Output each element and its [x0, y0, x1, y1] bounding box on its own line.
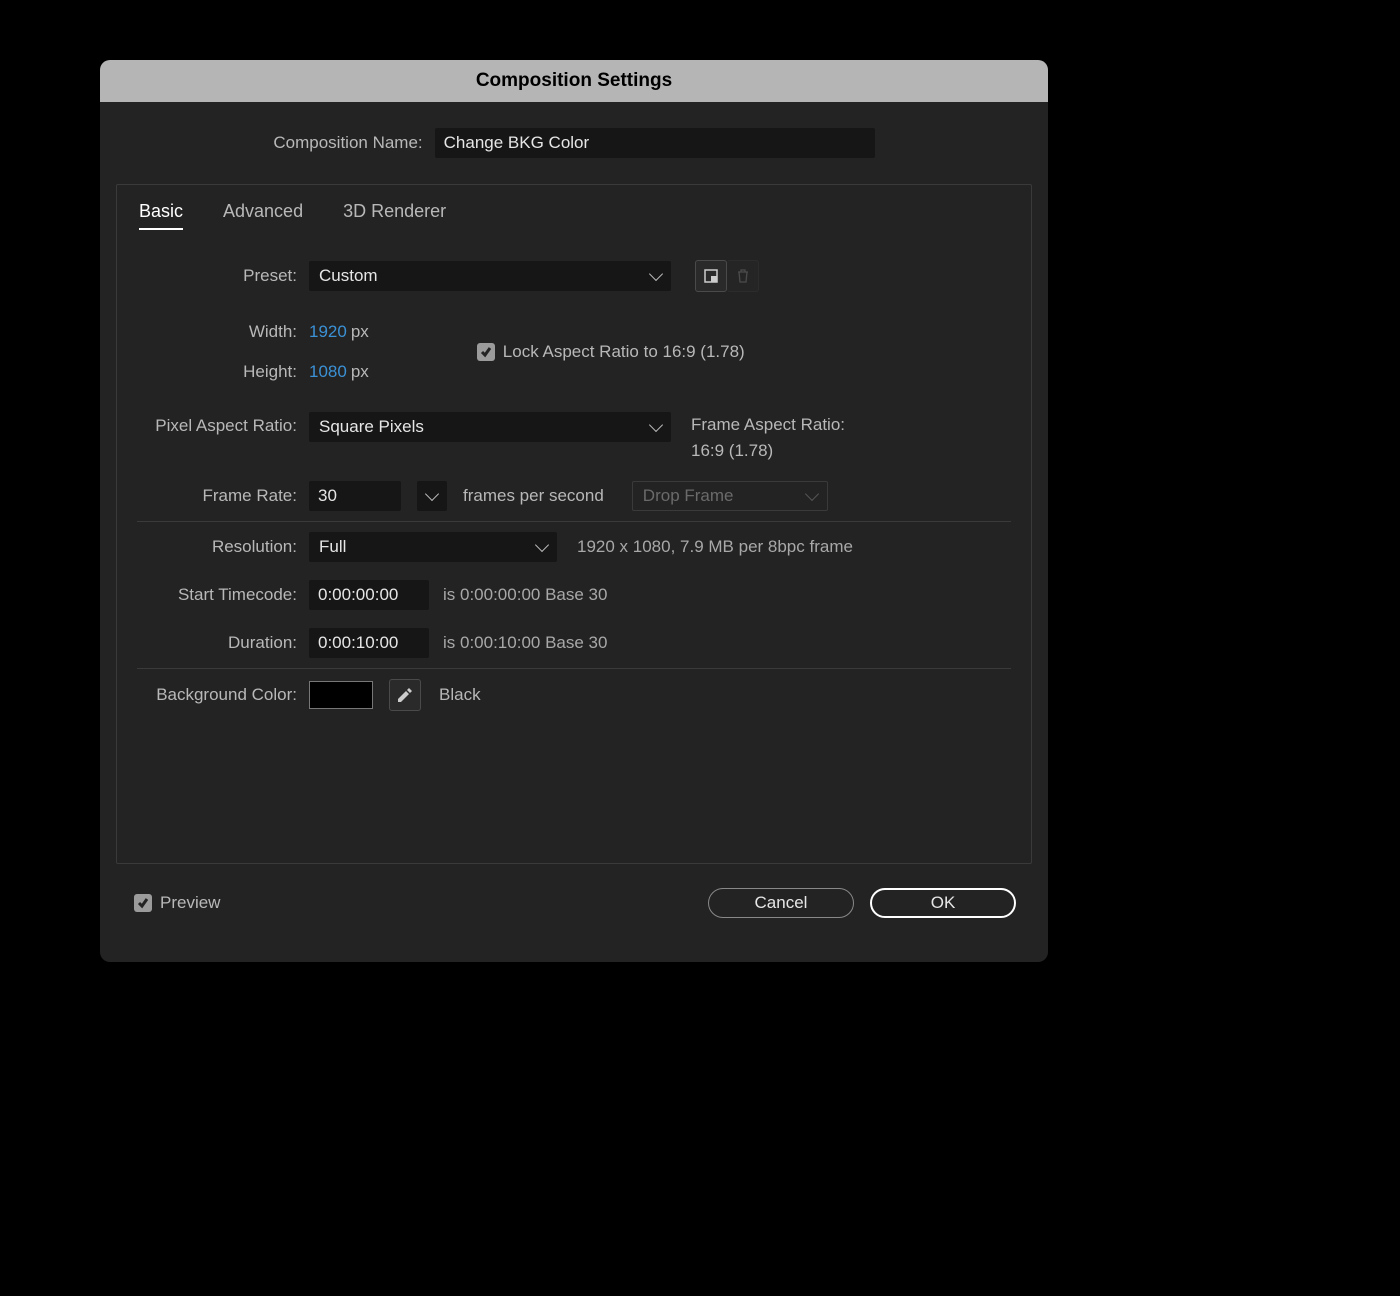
width-input[interactable]: 1920 [309, 322, 347, 342]
background-color-swatch[interactable] [309, 681, 373, 709]
chevron-down-icon [649, 267, 663, 281]
frame-rate-input[interactable] [309, 481, 401, 511]
dialog-titlebar: Composition Settings [100, 60, 1048, 102]
divider [137, 521, 1011, 522]
start-timecode-hint: is 0:00:00:00 Base 30 [443, 585, 607, 605]
eyedropper-icon [397, 687, 413, 703]
frame-aspect-ratio-label: Frame Aspect Ratio: [691, 412, 845, 438]
lock-aspect-ratio-label: Lock Aspect Ratio to 16:9 (1.78) [503, 342, 745, 362]
width-label: Width: [137, 322, 297, 342]
pixel-aspect-ratio-value: Square Pixels [319, 417, 424, 437]
duration-hint: is 0:00:10:00 Base 30 [443, 633, 607, 653]
composition-name-label: Composition Name: [273, 133, 422, 153]
height-input[interactable]: 1080 [309, 362, 347, 382]
width-unit: px [351, 322, 369, 342]
height-label: Height: [137, 362, 297, 382]
chevron-down-icon [805, 487, 819, 501]
preset-label: Preset: [137, 266, 297, 286]
drop-frame-select: Drop Frame [632, 481, 828, 511]
resolution-hint: 1920 x 1080, 7.9 MB per 8bpc frame [577, 537, 853, 557]
resolution-value: Full [319, 537, 346, 557]
composition-settings-dialog: Composition Settings Composition Name: B… [100, 60, 1048, 962]
preview-label: Preview [160, 893, 220, 913]
delete-preset-button [727, 260, 759, 292]
ok-button[interactable]: OK [870, 888, 1016, 918]
background-color-name: Black [439, 685, 481, 705]
trash-icon [736, 268, 750, 284]
tab-advanced[interactable]: Advanced [223, 201, 303, 230]
divider [137, 668, 1011, 669]
start-timecode-input[interactable] [309, 580, 429, 610]
frame-aspect-ratio-value: 16:9 (1.78) [691, 438, 845, 464]
composition-name-input[interactable] [435, 128, 875, 158]
height-unit: px [351, 362, 369, 382]
settings-panel: Basic Advanced 3D Renderer Preset: Custo… [116, 184, 1032, 864]
pixel-aspect-ratio-label: Pixel Aspect Ratio: [137, 412, 297, 436]
chevron-down-icon [649, 418, 663, 432]
background-color-label: Background Color: [137, 685, 297, 705]
frame-rate-label: Frame Rate: [137, 486, 297, 506]
preset-value: Custom [319, 266, 378, 286]
dialog-title: Composition Settings [476, 70, 672, 92]
start-timecode-label: Start Timecode: [137, 585, 297, 605]
eyedropper-button[interactable] [389, 679, 421, 711]
resolution-select[interactable]: Full [309, 532, 557, 562]
lock-aspect-ratio-checkbox[interactable] [477, 343, 495, 361]
frame-rate-dropdown[interactable] [417, 481, 447, 511]
resolution-label: Resolution: [137, 537, 297, 557]
duration-input[interactable] [309, 628, 429, 658]
fps-label: frames per second [463, 486, 604, 506]
chevron-down-icon [535, 538, 549, 552]
tab-basic[interactable]: Basic [139, 201, 183, 230]
duration-label: Duration: [137, 633, 297, 653]
chevron-down-icon [425, 487, 439, 501]
tab-3d-renderer[interactable]: 3D Renderer [343, 201, 446, 230]
drop-frame-value: Drop Frame [643, 486, 734, 506]
preview-checkbox[interactable] [134, 894, 152, 912]
cancel-button[interactable]: Cancel [708, 888, 854, 918]
save-icon [703, 268, 719, 284]
preset-select[interactable]: Custom [309, 261, 671, 291]
save-preset-button[interactable] [695, 260, 727, 292]
pixel-aspect-ratio-select[interactable]: Square Pixels [309, 412, 671, 442]
